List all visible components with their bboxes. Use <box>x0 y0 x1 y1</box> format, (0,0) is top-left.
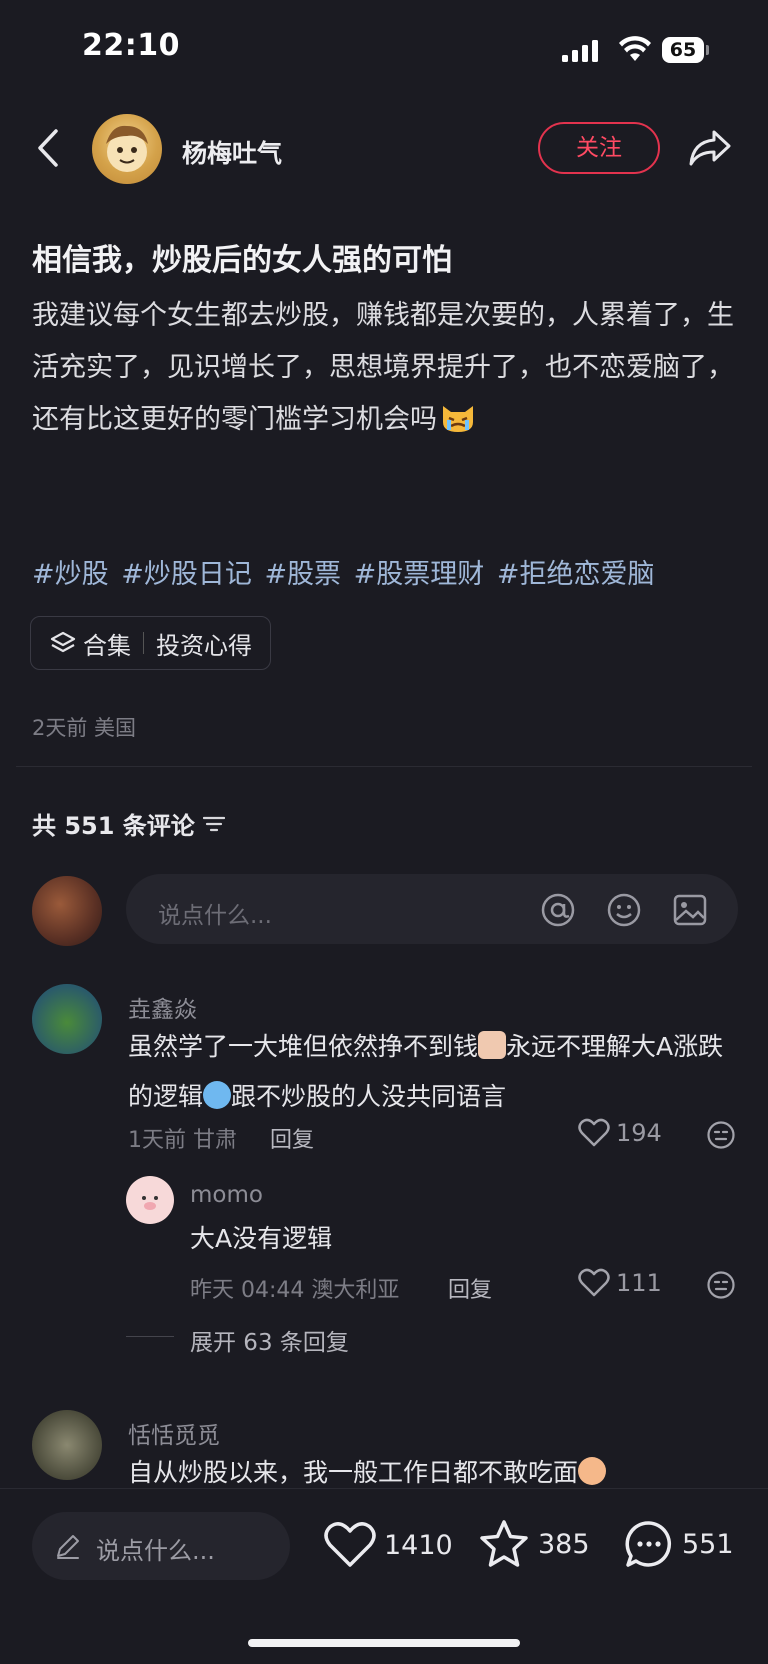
star-icon <box>480 1520 528 1567</box>
heart-icon <box>578 1118 610 1147</box>
wifi-icon <box>619 36 651 61</box>
comment-text-part: 跟不炒股的人没共同语言 <box>231 1082 507 1111</box>
pencil-icon <box>57 1535 79 1559</box>
status-time: 22:10 <box>82 28 180 63</box>
hashtag[interactable]: #股票理财 <box>354 559 485 590</box>
image-icon[interactable] <box>672 892 708 928</box>
share-icon[interactable] <box>688 128 732 168</box>
reply-button[interactable]: 回复 <box>448 1272 492 1304</box>
post-title: 相信我，炒股后的女人强的可怕 <box>32 243 452 278</box>
chat-bubble-icon <box>625 1521 672 1567</box>
commenter-avatar[interactable] <box>32 984 102 1054</box>
hashtag[interactable]: #炒股日记 <box>121 559 252 590</box>
bottom-comment-input[interactable]: 说点什么... <box>32 1512 290 1580</box>
like-count: 1410 <box>384 1529 453 1561</box>
post-body: 我建议每个女生都去炒股，赚钱都是次要的，人累着了，生活充实了，见识增长了，思想境… <box>32 290 738 446</box>
reply-button[interactable]: 回复 <box>270 1122 314 1154</box>
hashtag[interactable]: #炒股 <box>32 559 109 590</box>
replier-avatar[interactable] <box>126 1176 174 1224</box>
comment-text: 虽然学了一大堆但依然挣不到钱 永远不理解大A涨跌的逻辑 跟不炒股的人没共同语言 <box>128 1022 738 1122</box>
commenter-name[interactable]: 恬恬觅觅 <box>128 1416 220 1450</box>
reply-like[interactable]: 111 <box>578 1268 662 1298</box>
post-meta: 2天前 美国 <box>32 716 137 740</box>
bottom-input-placeholder: 说点什么... <box>96 1537 215 1565</box>
pig-face-icon <box>142 1196 158 1210</box>
hashtag[interactable]: #拒绝恋爱脑 <box>497 559 655 590</box>
collection-label: 合集 <box>83 631 131 660</box>
layers-icon <box>50 631 76 653</box>
replier-name[interactable]: momo <box>190 1182 263 1208</box>
mention-at-icon[interactable] <box>540 892 576 928</box>
section-divider <box>16 766 752 767</box>
my-avatar <box>32 876 102 946</box>
home-indicator <box>248 1639 520 1647</box>
reply-meta: 昨天 04:44 澳大利亚 <box>190 1278 400 1303</box>
comment-text-part: 自从炒股以来，我一般工作日都不敢吃面 <box>128 1458 579 1487</box>
comment-count[interactable]: 共 551 条评论 <box>32 806 225 841</box>
comment-like[interactable]: 194 <box>578 1118 662 1148</box>
crying-emoji-icon <box>203 1081 232 1109</box>
comment-button[interactable]: 551 <box>624 1519 734 1569</box>
hashtag[interactable]: #股票 <box>264 559 341 590</box>
like-count: 111 <box>616 1269 662 1297</box>
author-avatar[interactable] <box>92 114 162 184</box>
expand-line <box>126 1336 174 1337</box>
collection-chip[interactable]: 合集 投资心得 <box>30 616 271 670</box>
hashtag-list: #炒股 #炒股日记 #股票 #股票理财 #拒绝恋爱脑 <box>32 552 655 591</box>
star-count: 385 <box>538 1528 590 1560</box>
battery-tip <box>706 45 709 55</box>
author-avatar-art <box>106 125 148 172</box>
like-count: 194 <box>616 1119 662 1147</box>
like-button[interactable]: 1410 <box>324 1521 453 1569</box>
post-body-text: 我建议每个女生都去炒股，赚钱都是次要的，人累着了，生活充实了，见识增长了，思想境… <box>32 300 734 435</box>
sad-face-emoji-icon <box>478 1031 507 1059</box>
heart-icon <box>324 1522 376 1567</box>
follow-button[interactable]: 关注 <box>538 122 660 174</box>
reaction-face-icon[interactable] <box>706 1270 736 1300</box>
comment-count-text: 共 551 条评论 <box>32 812 195 840</box>
emoji-icon[interactable] <box>606 892 642 928</box>
cellular-signal-icon <box>562 40 598 62</box>
crying-emoji-icon <box>578 1457 607 1485</box>
commenter-avatar[interactable] <box>32 1410 102 1480</box>
comment-input[interactable]: 说点什么... <box>126 874 738 944</box>
reply-text: 大A没有逻辑 <box>190 1224 333 1253</box>
author-name[interactable]: 杨梅吐气 <box>182 134 282 170</box>
comment-count-bottom: 551 <box>682 1528 734 1560</box>
comment-meta: 1天前 甘肃 <box>128 1128 237 1153</box>
collect-button[interactable]: 385 <box>478 1519 590 1569</box>
battery-indicator: 65 <box>662 37 704 63</box>
back-arrow-icon[interactable] <box>36 128 60 168</box>
sort-filter-icon[interactable] <box>202 815 225 833</box>
heart-icon <box>578 1268 610 1297</box>
commenter-name[interactable]: 垚鑫焱 <box>128 990 197 1024</box>
collection-name: 投资心得 <box>156 631 252 660</box>
reaction-face-icon[interactable] <box>706 1120 736 1150</box>
expand-replies-button[interactable]: 展开 63 条回复 <box>190 1323 349 1357</box>
collection-separator <box>143 632 144 654</box>
crying-cat-emoji-icon <box>443 406 473 432</box>
comment-text-part: 虽然学了一大堆但依然挣不到钱 <box>128 1032 479 1061</box>
comment-input-placeholder: 说点什么... <box>158 903 272 929</box>
